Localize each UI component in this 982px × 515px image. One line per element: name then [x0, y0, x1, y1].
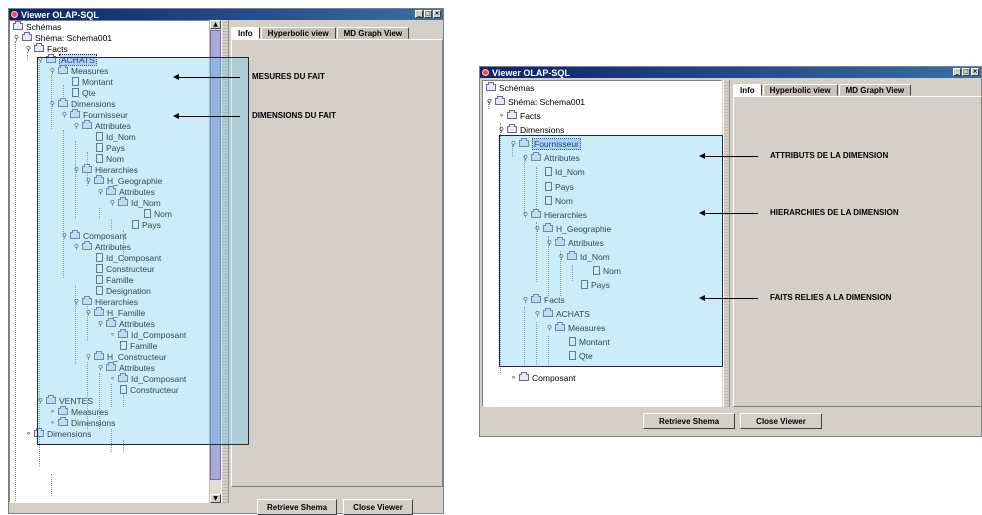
tree-node-composant[interactable]: ⚬ Composant	[510, 372, 575, 383]
window-title: Viewer OLAP-SQL	[492, 67, 570, 78]
expanded-handle-icon[interactable]: ⚲	[486, 98, 493, 106]
expanded-handle-icon[interactable]: ⚲	[498, 126, 505, 134]
annotation-mesures: MESURES DU FAIT	[252, 72, 325, 81]
tree-node-schemas[interactable]: Schémas	[13, 21, 61, 32]
tab-info[interactable]: Info	[733, 84, 762, 96]
tab-md-graph-view[interactable]: MD Graph View	[838, 84, 912, 96]
highlight-region	[499, 135, 723, 367]
split-pane-divider[interactable]	[723, 80, 730, 407]
expanded-handle-icon[interactable]: ⚲	[13, 34, 20, 42]
info-panel	[231, 39, 443, 487]
annotation-hierarchies: HIERARCHIES DE LA DIMENSION	[770, 208, 899, 217]
folder-icon	[22, 32, 32, 41]
retrieve-schema-button[interactable]: Retrieve Shema	[643, 413, 735, 429]
close-viewer-button[interactable]: Close Viewer	[740, 413, 822, 429]
close-window-button[interactable]: ×	[971, 68, 979, 76]
annotation-faits: FAITS RELIES A LA DIMENSION	[770, 293, 892, 302]
arrow-icon	[699, 295, 705, 301]
tab-md-graph-view[interactable]: MD Graph View	[336, 27, 410, 39]
expanded-handle-icon[interactable]: ⚲	[25, 45, 32, 53]
close-window-button[interactable]: ×	[433, 10, 441, 18]
folder-icon	[486, 82, 496, 91]
minimize-button[interactable]: _	[415, 10, 423, 18]
tree-node-dimensions[interactable]: ⚲ Dimensions	[498, 124, 564, 135]
folder-icon	[519, 372, 529, 381]
maximize-button[interactable]: □	[424, 10, 432, 18]
folder-icon	[507, 124, 517, 133]
view-tabs: Info Hyperbolic view MD Graph View	[733, 84, 912, 96]
maximize-button[interactable]: □	[962, 68, 970, 76]
tab-hyperbolic-view[interactable]: Hyperbolic view	[260, 27, 336, 39]
folder-icon	[13, 21, 23, 30]
annotation-attributs: ATTRIBUTS DE LA DIMENSION	[770, 151, 889, 160]
info-panel	[733, 96, 982, 407]
folder-icon	[507, 110, 517, 119]
title-bar[interactable]: Viewer OLAP-SQL _ □ ×	[9, 9, 443, 20]
annotation-line	[704, 213, 758, 214]
arrow-icon	[699, 210, 705, 216]
annotation-line	[178, 77, 240, 78]
folder-icon	[495, 96, 505, 105]
folder-icon	[34, 43, 44, 52]
minimize-button[interactable]: _	[953, 68, 961, 76]
tree-node-facts[interactable]: ⚬ Facts	[498, 110, 541, 121]
title-bar[interactable]: Viewer OLAP-SQL _ □ ×	[480, 67, 981, 78]
tree-node-schema[interactable]: ⚲ Shéma: Schema001	[486, 96, 585, 107]
tree-node-schemas[interactable]: Schémas	[486, 82, 534, 93]
collapsed-handle-icon[interactable]: ⚬	[510, 374, 517, 382]
scroll-down-button[interactable]: ▼	[210, 494, 221, 503]
window-title: Viewer OLAP-SQL	[21, 9, 99, 20]
annotation-line	[704, 156, 758, 157]
annotation-line	[704, 298, 758, 299]
tree-node-facts[interactable]: ⚲ Facts	[25, 43, 68, 54]
collapsed-handle-icon[interactable]: ⚬	[25, 430, 32, 438]
app-icon	[482, 69, 489, 76]
retrieve-schema-button[interactable]: Retrieve Shema	[257, 499, 337, 515]
collapsed-handle-icon[interactable]: ⚬	[498, 112, 505, 120]
tree-node-schema[interactable]: ⚲ Shéma: Schema001	[13, 32, 112, 43]
annotation-dimensions: DIMENSIONS DU FAIT	[252, 111, 337, 120]
app-icon	[11, 11, 18, 18]
scroll-up-button[interactable]: ▲	[210, 20, 221, 29]
tab-info[interactable]: Info	[231, 27, 260, 39]
tab-hyperbolic-view[interactable]: Hyperbolic view	[762, 84, 838, 96]
arrow-icon	[699, 153, 705, 159]
annotation-line	[178, 116, 240, 117]
arrow-icon	[173, 113, 179, 119]
arrow-icon	[173, 74, 179, 80]
view-tabs: Info Hyperbolic view MD Graph View	[231, 27, 410, 39]
close-viewer-button[interactable]: Close Viewer	[343, 499, 413, 515]
